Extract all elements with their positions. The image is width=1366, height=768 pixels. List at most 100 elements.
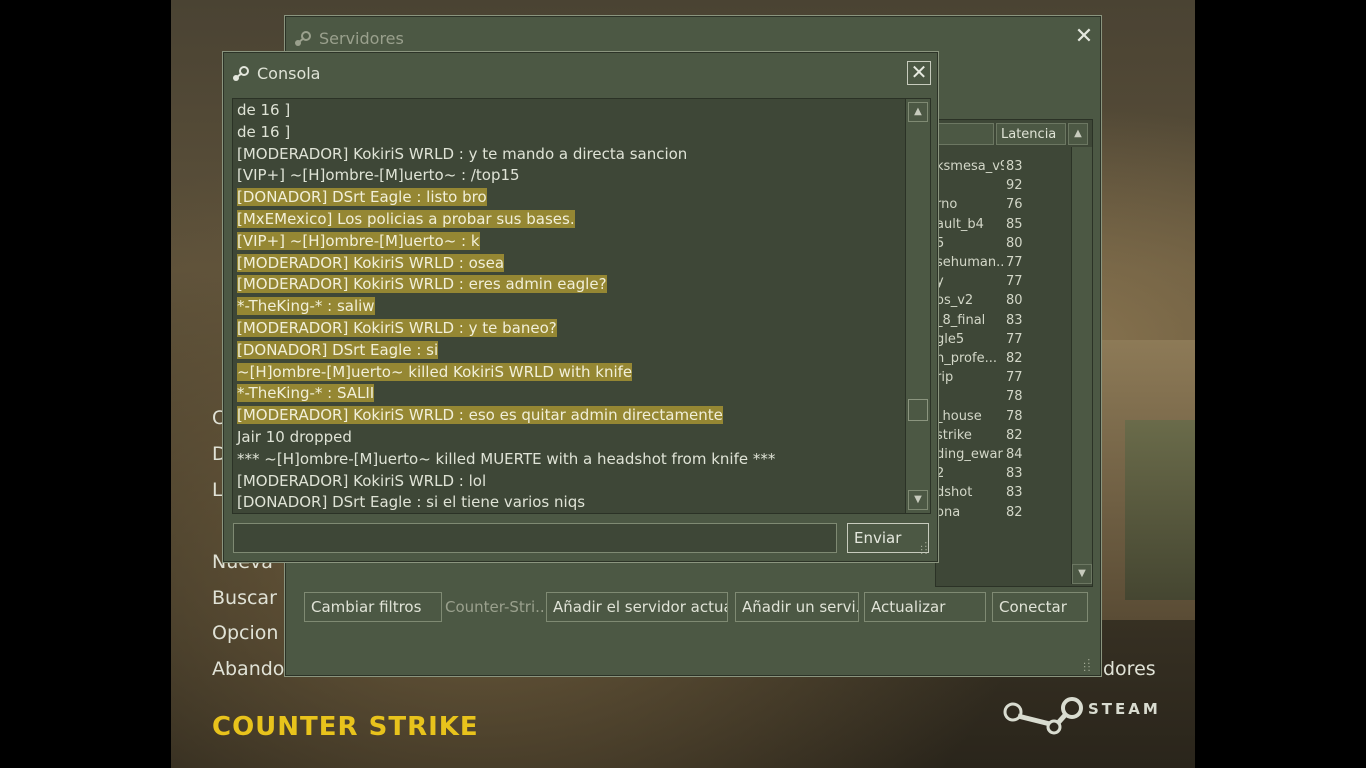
console-line: [VIP+] ~[H]ombre-[M]uerto~ : k	[237, 231, 907, 253]
server-latency: 82	[1006, 351, 1023, 366]
console-line: [DONADOR] DSrt Eagle : si	[237, 340, 907, 362]
server-row[interactable]: dshot 83	[936, 483, 1066, 502]
server-row[interactable]: rip 77	[936, 368, 1066, 387]
server-name: ault_b4	[936, 216, 984, 232]
server-name: strike	[936, 427, 972, 443]
server-row[interactable]: 2 83	[936, 464, 1066, 483]
server-row[interactable]: rno 76	[936, 195, 1066, 214]
console-line-text: [MODERADOR] KokiriS WRLD : y te baneo?	[237, 318, 557, 337]
server-row[interactable]: 92	[936, 176, 1066, 195]
console-line-text: [VIP+] ~[H]ombre-[M]uerto~ : /top15	[237, 166, 520, 185]
console-log-lines: de 16 ] de 16 ] [MODERADOR] KokiriS WRLD :…	[237, 100, 907, 513]
server-row[interactable]: n_profe... 82	[936, 349, 1066, 368]
server-list[interactable]: Latencia ▲ ksmesa_v9 83 92 rno 76 ault_b4 85 5 8…	[935, 119, 1093, 587]
server-latency: 85	[1006, 216, 1023, 232]
console-line-text: [DONADOR] DSrt Eagle : si el tiene vario…	[237, 493, 586, 512]
server-row[interactable]: strike 82	[936, 426, 1066, 445]
server-name: dshot	[936, 485, 973, 501]
console-line: de 16 ]	[237, 100, 907, 122]
server-latency: 92	[1006, 178, 1023, 194]
console-line: [MODERADOR] KokiriS WRLD : osea	[237, 253, 907, 275]
console-log[interactable]: de 16 ] de 16 ] [MODERADOR] KokiriS WRLD :…	[232, 98, 931, 514]
console-line-text: *-TheKing-* : SALII	[237, 384, 375, 403]
resize-grip-icon[interactable]: .:::	[1083, 657, 1097, 674]
server-name: ksmesa_v9	[936, 159, 1004, 174]
server-latency: 83	[1006, 159, 1023, 174]
server-row[interactable]: _8_final 83	[936, 311, 1066, 330]
server-name: os_v2	[936, 293, 974, 309]
server-latency: 78	[1006, 408, 1023, 424]
console-line: *-TheKing-* : SALII	[237, 383, 907, 405]
console-line-text: [MODERADOR] KokiriS WRLD : y te mando a …	[237, 144, 688, 163]
scroll-down-icon[interactable]: ▼	[908, 490, 928, 510]
menu-item-quit[interactable]: Abando	[212, 658, 284, 680]
steam-wordmark: STEAM	[1088, 700, 1161, 718]
server-name: y	[936, 274, 944, 290]
add-server-button[interactable]: Añadir un servi..	[735, 592, 859, 622]
server-list-scrollbar[interactable]: ▼	[1071, 147, 1092, 584]
console-line-text: [DONADOR] DSrt Eagle : listo bro	[237, 188, 487, 207]
server-name: sehuman..	[936, 255, 1004, 270]
console-title: Consola	[257, 64, 321, 83]
server-row[interactable]: gle5 77	[936, 330, 1066, 349]
change-filters-button[interactable]: Cambiar filtros	[304, 592, 442, 622]
server-latency: 77	[1006, 274, 1023, 290]
server-row[interactable]: y 77	[936, 272, 1066, 291]
servers-title-bar[interactable]: Servidores	[293, 29, 404, 48]
scrollbar-thumb[interactable]	[908, 399, 928, 421]
server-row[interactable]: _house 78	[936, 407, 1066, 426]
sort-arrow-up-icon[interactable]: ▲	[1068, 123, 1088, 145]
console-line-text: Jair 10 dropped	[237, 427, 352, 446]
server-latency: 80	[1006, 235, 1023, 251]
server-row[interactable]: 78	[936, 387, 1066, 406]
steam-icon	[295, 30, 311, 46]
console-line: *** ~[H]ombre-[M]uerto~ killed MUERTE wi…	[237, 449, 907, 471]
console-scrollbar[interactable]: ▲ ▼	[905, 99, 930, 513]
server-row[interactable]: sehuman.. 77	[936, 253, 1066, 272]
server-row[interactable]: ona 82	[936, 503, 1066, 522]
server-name: gle5	[936, 331, 965, 347]
menu-item-options[interactable]: Opcion	[212, 622, 278, 644]
console-window: Consola ✕ de 16 ] de 16 ] [MODERADOR] Koki…	[222, 51, 939, 563]
console-line: [DONADOR] DSrt Eagle : listo bro	[237, 187, 907, 209]
server-row[interactable]: ding_ewar 84	[936, 445, 1066, 464]
send-button[interactable]: Enviar	[847, 523, 929, 553]
scroll-up-icon[interactable]: ▲	[908, 102, 928, 122]
server-name: _house	[936, 408, 982, 424]
console-title-bar[interactable]: Consola	[231, 64, 320, 83]
menu-item-3[interactable]: L	[212, 479, 223, 501]
column-header-map[interactable]	[936, 123, 994, 145]
close-icon[interactable]: ✕	[907, 61, 931, 85]
add-current-server-button[interactable]: Añadir el servidor actual	[546, 592, 728, 622]
menu-item-find-servers[interactable]: Buscar	[212, 587, 277, 609]
console-line-text: [DONADOR] DSrt Eagle : si	[237, 340, 439, 359]
console-line-text: [MODERADOR] KokiriS WRLD : lol	[237, 471, 487, 490]
server-name: 5	[936, 235, 945, 251]
server-name: ding_ewar	[936, 447, 1003, 462]
background-crate	[1125, 420, 1195, 600]
server-row[interactable]: 5 80	[936, 234, 1066, 253]
server-row[interactable]: ksmesa_v9 83	[936, 157, 1066, 176]
console-line: Jair 10 dropped	[237, 427, 907, 449]
close-icon[interactable]: ✕	[1073, 26, 1095, 48]
column-header-latency[interactable]: Latencia	[996, 123, 1066, 145]
server-latency: 82	[1006, 504, 1023, 520]
refresh-button[interactable]: Actualizar	[864, 592, 986, 622]
scroll-down-icon[interactable]: ▼	[1072, 564, 1092, 584]
console-line: [MODERADOR] KokiriS WRLD : eres admin ea…	[237, 274, 907, 296]
console-line-text: [MODERADOR] KokiriS WRLD : osea	[237, 253, 505, 272]
connect-button[interactable]: Conectar	[992, 592, 1088, 622]
steam-icon	[233, 65, 249, 81]
console-line-text: [VIP+] ~[H]ombre-[M]uerto~ : k	[237, 231, 480, 250]
console-command-input[interactable]	[233, 523, 837, 553]
server-name: rno	[936, 197, 958, 213]
console-line-text: [MxEMexico] Los policias a probar sus ba…	[237, 209, 575, 228]
server-latency: 77	[1006, 255, 1023, 270]
server-row[interactable]: ault_b4 85	[936, 215, 1066, 234]
console-line-text: de 16 ]	[237, 101, 291, 119]
console-line: [MODERADOR] KokiriS WRLD : eso es quitar…	[237, 405, 907, 427]
menu-item-partial-right[interactable]: dores	[1103, 658, 1156, 680]
server-row[interactable]: os_v2 80	[936, 291, 1066, 310]
resize-grip-icon[interactable]: .:::	[920, 540, 934, 557]
server-name: 2	[936, 466, 945, 482]
